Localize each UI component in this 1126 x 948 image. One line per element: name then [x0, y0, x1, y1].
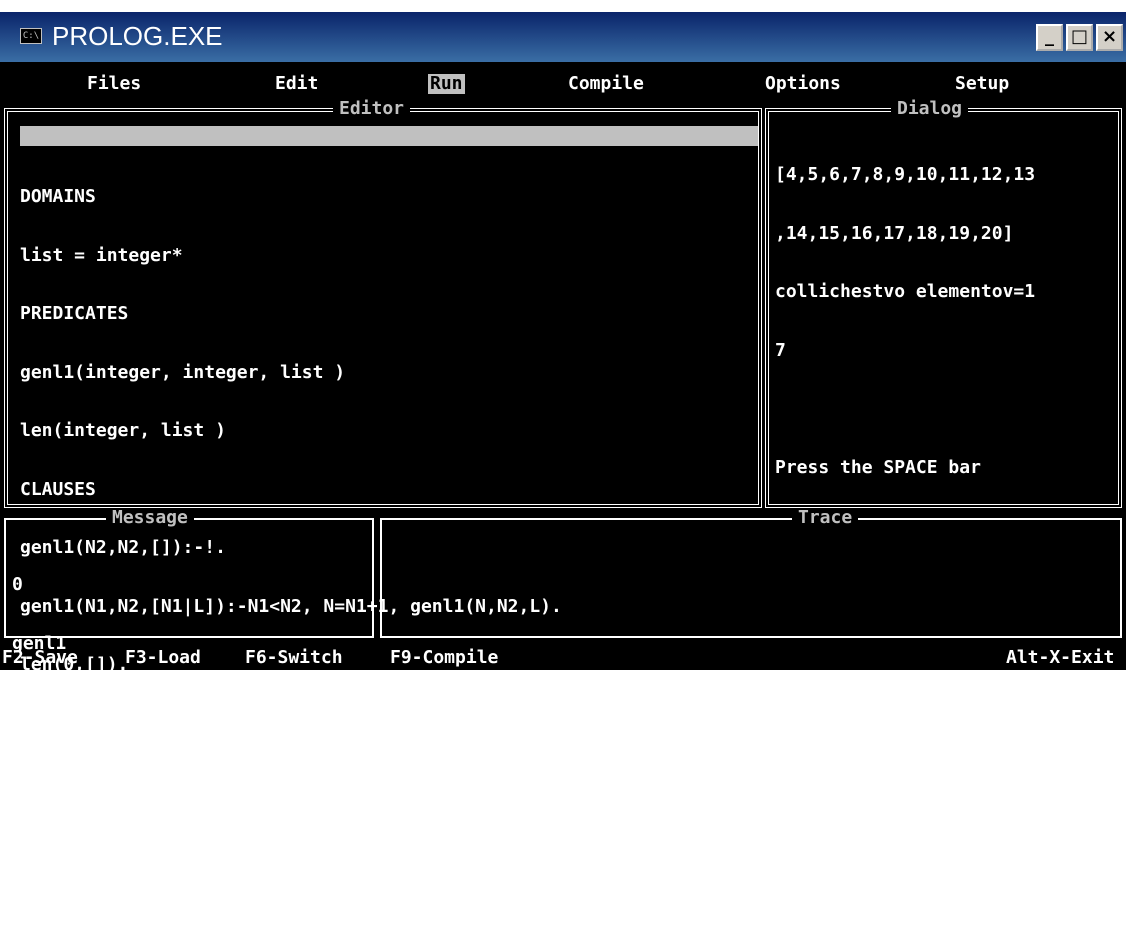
editor-status-line: Line 1 Col 1 E:\STUDENTS\IIVT\PROGRAM3.P…	[20, 126, 758, 204]
minimize-button[interactable]: _	[1036, 24, 1063, 51]
dialog-title: Dialog	[891, 99, 969, 119]
trace-panel: Trace	[380, 508, 1122, 638]
console-icon: C:\	[20, 28, 42, 44]
dialog-line: 7	[775, 339, 786, 361]
editor-title: Editor	[333, 99, 411, 119]
menu-options[interactable]: Options	[765, 74, 841, 94]
menu-bar: Files Edit Run Compile Options Setup	[0, 72, 1126, 96]
f2-save-key[interactable]: F2-Save	[2, 648, 78, 668]
menu-setup[interactable]: Setup	[955, 74, 1009, 94]
message-output: 0 genl1 len Compilation successful	[12, 536, 372, 809]
message-title: Message	[106, 508, 194, 528]
dialog-line: Press the SPACE bar	[775, 456, 981, 478]
f3-load-key[interactable]: F3-Load	[125, 648, 201, 668]
alt-x-exit-key[interactable]: Alt-X-Exit	[1006, 648, 1114, 668]
message-line: len	[12, 691, 45, 712]
trace-title: Trace	[792, 508, 859, 528]
code-line: PREDICATES	[20, 303, 129, 324]
dialog-line	[775, 399, 1119, 419]
menu-edit[interactable]: Edit	[275, 74, 318, 94]
code-line: genl1(integer, integer, list )	[20, 361, 346, 383]
code-line: CLAUSES	[20, 478, 96, 500]
function-key-bar: F2-Save F3-Load F6-Switch F9-Compile Alt…	[0, 644, 1126, 670]
close-button[interactable]: ×	[1096, 24, 1123, 51]
maximize-button[interactable]: □	[1066, 24, 1093, 51]
window-title: PROLOG.EXE	[52, 21, 223, 51]
menu-compile[interactable]: Compile	[568, 74, 644, 94]
dialog-line: [4,5,6,7,8,9,10,11,12,13	[775, 164, 1036, 185]
prolog-window: C:\ PROLOG.EXE _ □ × Files Edit Run Comp…	[0, 12, 1126, 908]
f9-compile-key[interactable]: F9-Compile	[390, 648, 498, 668]
message-line: 0	[12, 574, 23, 595]
title-bar[interactable]: C:\ PROLOG.EXE _ □ ×	[0, 12, 1126, 62]
dialog-line: collichestvo elementov=1	[775, 281, 1036, 302]
code-line: DOMAINS	[20, 186, 96, 207]
menu-run[interactable]: Run	[428, 74, 465, 94]
dialog-output: [4,5,6,7,8,9,10,11,12,13 ,14,15,16,17,18…	[775, 126, 1119, 516]
message-line: Compilation successful	[12, 749, 251, 771]
menu-files[interactable]: Files	[87, 74, 141, 94]
f6-switch-key[interactable]: F6-Switch	[245, 648, 343, 668]
dialog-line: ,14,15,16,17,18,19,20]	[775, 222, 1014, 244]
code-line: list = integer*	[20, 244, 183, 266]
code-line: genl1 (4,21,L ),write(L),nl,	[20, 829, 324, 851]
code-line: len(integer, list )	[20, 420, 226, 441]
code-line: len(X, L),write("collichestvo elementov=…	[20, 888, 541, 909]
